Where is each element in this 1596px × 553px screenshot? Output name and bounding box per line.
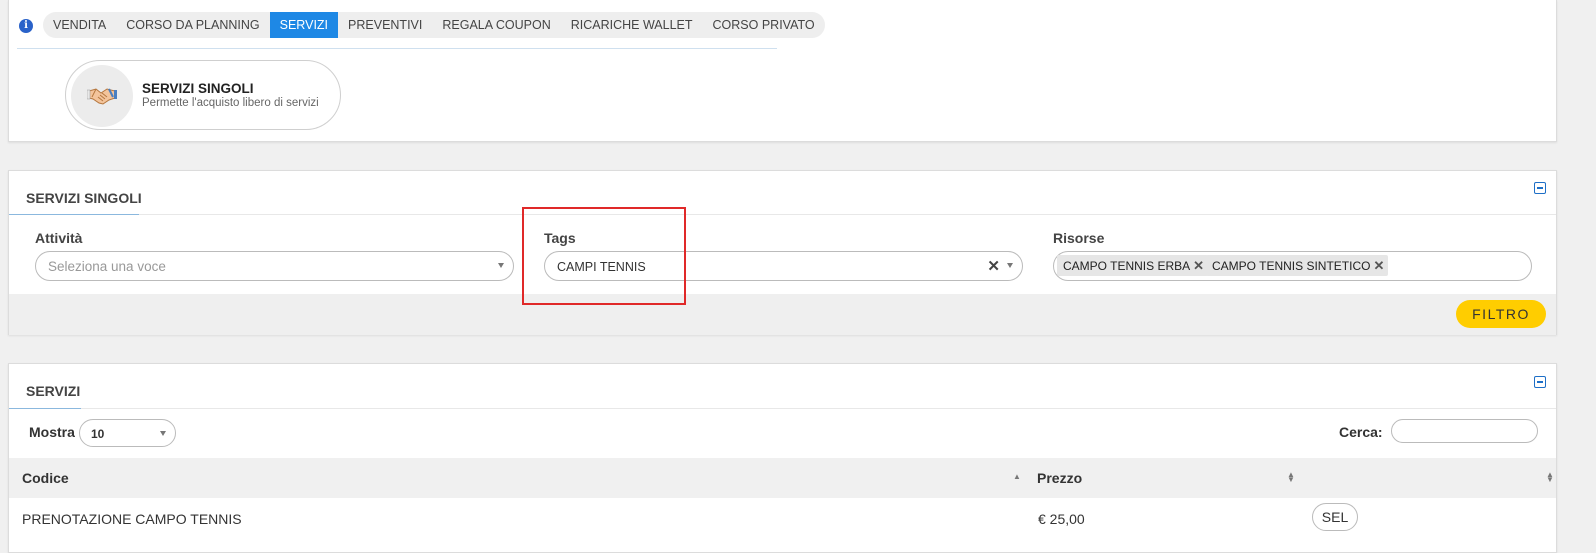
chevron-down-icon [498, 263, 504, 268]
risorse-multiselect[interactable]: CAMPO TENNIS ERBA ✕ CAMPO TENNIS SINTETIC… [1053, 251, 1532, 281]
chip-label: CAMPO TENNIS ERBA [1063, 259, 1191, 273]
tab-corso-da-planning[interactable]: CORSO DA PLANNING [116, 12, 269, 38]
search-input[interactable] [1391, 419, 1538, 443]
attivita-select[interactable]: Seleziona una voce [35, 251, 514, 281]
risorse-label: Risorse [1053, 230, 1105, 246]
sales-type-panel: i VENDITA CORSO DA PLANNING SERVIZI PREV… [8, 0, 1557, 142]
tabs-underline [17, 48, 777, 49]
service-card-servizi-singoli[interactable]: SERVIZI SINGOLI Permette l'acquisto libe… [65, 60, 341, 130]
mostra-label: Mostra [29, 424, 75, 440]
tab-vendita[interactable]: VENDITA [43, 12, 116, 38]
column-header-prezzo[interactable]: Prezzo [1037, 470, 1082, 486]
info-icon[interactable]: i [19, 19, 33, 33]
risorse-chip: CAMPO TENNIS SINTETICO ✕ [1206, 255, 1389, 276]
tab-corso-privato[interactable]: CORSO PRIVATO [703, 12, 825, 38]
filter-panel-title-underline [9, 214, 139, 215]
handshake-icon [87, 88, 117, 105]
tab-preventivi[interactable]: PREVENTIVI [338, 12, 432, 38]
search-label: Cerca: [1339, 424, 1383, 440]
attivita-placeholder: Seleziona una voce [48, 259, 166, 274]
filter-panel: SERVIZI SINGOLI Attività Seleziona una v… [8, 170, 1557, 335]
services-table-panel: SERVIZI Mostra 10 Cerca: Codice ▲ Prezzo… [8, 363, 1557, 553]
filter-collapse-button[interactable] [1534, 182, 1546, 194]
attivita-label: Attività [35, 230, 83, 246]
chevron-down-icon [160, 431, 166, 436]
services-panel-title-underline [9, 408, 81, 409]
tab-ricariche-wallet[interactable]: RICARICHE WALLET [561, 12, 703, 38]
filter-footer: FILTRO [9, 294, 1556, 335]
page-length-value: 10 [91, 427, 105, 441]
select-row-button[interactable]: SEL [1312, 503, 1358, 531]
filter-panel-title: SERVIZI SINGOLI [26, 190, 142, 206]
filter-button[interactable]: FILTRO [1456, 300, 1546, 328]
services-panel-title: SERVIZI [26, 383, 81, 399]
page-length-select[interactable]: 10 [79, 419, 176, 447]
sort-both-icon[interactable]: ▲ ▼ [1546, 471, 1554, 484]
service-card-subtitle: Permette l'acquisto libero di servizi [142, 97, 319, 109]
row-codice-cell: PRENOTAZIONE CAMPO TENNIS [22, 511, 242, 527]
chip-label: CAMPO TENNIS SINTETICO [1212, 259, 1371, 273]
filter-panel-divider [9, 214, 1556, 215]
highlight-annotation-box [522, 207, 686, 305]
service-card-icon-circle [71, 65, 133, 127]
column-header-codice[interactable]: Codice [22, 470, 69, 486]
row-prezzo-cell: € 25,00 [1038, 511, 1085, 527]
tab-regala-coupon[interactable]: REGALA COUPON [432, 12, 560, 38]
table-header: Codice ▲ Prezzo ▲ ▼ ▲ ▼ [9, 458, 1556, 498]
remove-chip-icon[interactable]: ✕ [1373, 258, 1384, 273]
remove-chip-icon[interactable]: ✕ [1193, 258, 1204, 273]
risorse-chip: CAMPO TENNIS ERBA ✕ [1057, 255, 1209, 276]
clear-icon[interactable]: ✕ [987, 257, 1000, 275]
sort-asc-icon[interactable]: ▲ [1013, 473, 1021, 481]
chevron-down-icon [1007, 263, 1013, 268]
services-panel-divider [9, 408, 1556, 409]
tab-servizi[interactable]: SERVIZI [269, 12, 339, 38]
service-card-title: SERVIZI SINGOLI [142, 81, 254, 96]
services-collapse-button[interactable] [1534, 376, 1546, 388]
sort-both-icon[interactable]: ▲ ▼ [1287, 471, 1295, 484]
sales-tabs: VENDITA CORSO DA PLANNING SERVIZI PREVEN… [43, 12, 825, 38]
